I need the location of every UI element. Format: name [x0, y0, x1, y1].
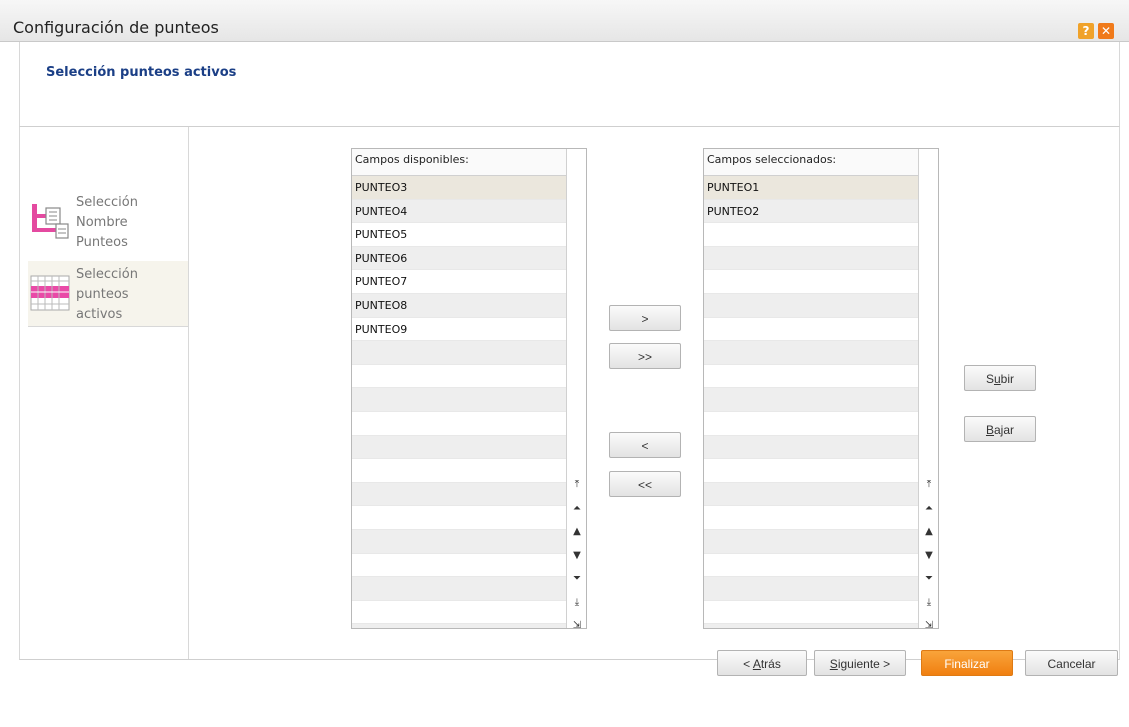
scroll-top-icon[interactable]: ⤒ — [921, 474, 937, 496]
selected-scrollbar[interactable]: ⤒ ⏶ ▲ ▼ ⏷ ⤓ ⇲ — [918, 149, 938, 628]
scroll-bottom-icon[interactable]: ⤓ — [921, 592, 937, 614]
scroll-end-icon[interactable]: ⇲ — [921, 615, 937, 628]
scroll-down-icon[interactable]: ▼ — [569, 545, 585, 567]
list-item — [704, 601, 918, 625]
step-navigation: Selección Nombre Punteos Selección punte… — [20, 127, 189, 659]
back-button[interactable]: < Atrás — [717, 650, 807, 676]
list-item — [704, 506, 918, 530]
list-item[interactable]: PUNTEO9 — [352, 318, 566, 342]
list-item — [352, 577, 566, 601]
list-item — [352, 435, 566, 460]
wizard-header: Selección punteos activos — [19, 42, 1120, 126]
button-text: ajar — [994, 423, 1015, 437]
list-item — [352, 554, 566, 578]
list-item — [704, 388, 918, 412]
cancel-button[interactable]: Cancelar — [1025, 650, 1118, 676]
move-down-button[interactable]: Bajar — [964, 416, 1036, 442]
selected-fields-rows: PUNTEO1 PUNTEO2 — [704, 176, 918, 628]
list-item[interactable]: PUNTEO2 — [704, 199, 918, 224]
button-text: S — [985, 372, 994, 386]
page-up-icon[interactable]: ⏶ — [921, 498, 937, 520]
button-text: bir — [1000, 372, 1015, 386]
tree-document-icon — [32, 204, 69, 239]
step-label: Selección Nombre Punteos — [76, 195, 138, 250]
button-text: trás — [760, 657, 781, 671]
title-bar: Configuración de punteos ? ✕ — [0, 0, 1129, 42]
available-scrollbar[interactable]: ⤒ ⏶ ▲ ▼ ⏷ ⤓ ⇲ — [566, 149, 586, 628]
list-item — [704, 459, 918, 483]
help-icon[interactable]: ? — [1078, 23, 1094, 39]
step-seleccion-punteos-activos[interactable]: Selección punteos activos — [28, 261, 188, 327]
list-item — [704, 293, 918, 318]
scroll-up-icon[interactable]: ▲ — [569, 521, 585, 543]
add-button[interactable]: > — [609, 305, 681, 331]
selected-fields-list[interactable]: Campos seleccionados: PUNTEO1 PUNTEO2 ⤒ ⏶ ▲… — [703, 148, 939, 629]
add-all-button[interactable]: >> — [609, 343, 681, 369]
button-accesskey: S — [829, 657, 838, 671]
list-item[interactable]: PUNTEO5 — [352, 223, 566, 247]
available-fields-rows: PUNTEO3 PUNTEO4 PUNTEO5 PUNTEO6 PUNTEO7 PUNTE… — [352, 176, 566, 628]
page-up-icon[interactable]: ⏶ — [569, 498, 585, 520]
available-fields-header: Campos disponibles: — [352, 149, 566, 176]
scroll-top-icon[interactable]: ⤒ — [569, 474, 585, 496]
list-item — [352, 529, 566, 554]
list-item — [704, 341, 918, 365]
list-item — [704, 435, 918, 460]
list-item — [352, 388, 566, 412]
page-title: Selección punteos activos — [46, 65, 237, 80]
step-seleccion-nombre-punteos[interactable]: Selección Nombre Punteos — [28, 189, 188, 255]
list-item — [352, 412, 566, 436]
button-accesskey: u — [993, 372, 1001, 386]
list-item — [704, 412, 918, 436]
list-item — [352, 601, 566, 625]
page-down-icon[interactable]: ⏷ — [921, 568, 937, 590]
list-item — [352, 506, 566, 530]
finish-button[interactable]: Finalizar — [921, 650, 1013, 676]
list-item — [704, 318, 918, 342]
list-item[interactable]: PUNTEO8 — [352, 293, 566, 318]
list-item — [704, 554, 918, 578]
available-fields-list[interactable]: Campos disponibles: PUNTEO3 PUNTEO4 PUNTEO… — [351, 148, 587, 629]
list-item[interactable]: PUNTEO1 — [704, 176, 918, 200]
list-item — [352, 365, 566, 389]
window-title: Configuración de punteos — [13, 18, 219, 37]
list-item — [704, 270, 918, 294]
list-item — [704, 223, 918, 247]
list-item — [704, 577, 918, 601]
button-accesskey: B — [985, 423, 994, 437]
next-button[interactable]: Siguiente > — [814, 650, 906, 676]
list-item — [704, 246, 918, 271]
list-item — [352, 624, 566, 628]
grid-table-icon — [30, 275, 70, 311]
remove-button[interactable]: < — [609, 432, 681, 458]
list-item[interactable]: PUNTEO6 — [352, 246, 566, 271]
list-item[interactable]: PUNTEO3 — [352, 176, 566, 200]
scroll-bottom-icon[interactable]: ⤓ — [569, 592, 585, 614]
button-text: < — [743, 657, 753, 671]
button-text: iguiente > — [837, 657, 891, 671]
remove-all-button[interactable]: << — [609, 471, 681, 497]
list-item — [704, 365, 918, 389]
list-item — [352, 341, 566, 365]
list-item — [704, 529, 918, 554]
close-icon[interactable]: ✕ — [1098, 23, 1114, 39]
list-item — [352, 482, 566, 507]
list-item — [352, 459, 566, 483]
scroll-end-icon[interactable]: ⇲ — [569, 615, 585, 628]
scroll-up-icon[interactable]: ▲ — [921, 521, 937, 543]
list-item — [704, 482, 918, 507]
button-accesskey: A — [752, 657, 761, 671]
scroll-down-icon[interactable]: ▼ — [921, 545, 937, 567]
move-up-button[interactable]: Subir — [964, 365, 1036, 391]
wizard-content: Selección Nombre Punteos Selección punte… — [19, 126, 1120, 660]
page-down-icon[interactable]: ⏷ — [569, 568, 585, 590]
step-label: Selección punteos activos — [76, 267, 138, 322]
list-item[interactable]: PUNTEO7 — [352, 270, 566, 294]
list-item — [704, 624, 918, 628]
selected-fields-header: Campos seleccionados: — [704, 149, 918, 176]
list-item[interactable]: PUNTEO4 — [352, 199, 566, 224]
